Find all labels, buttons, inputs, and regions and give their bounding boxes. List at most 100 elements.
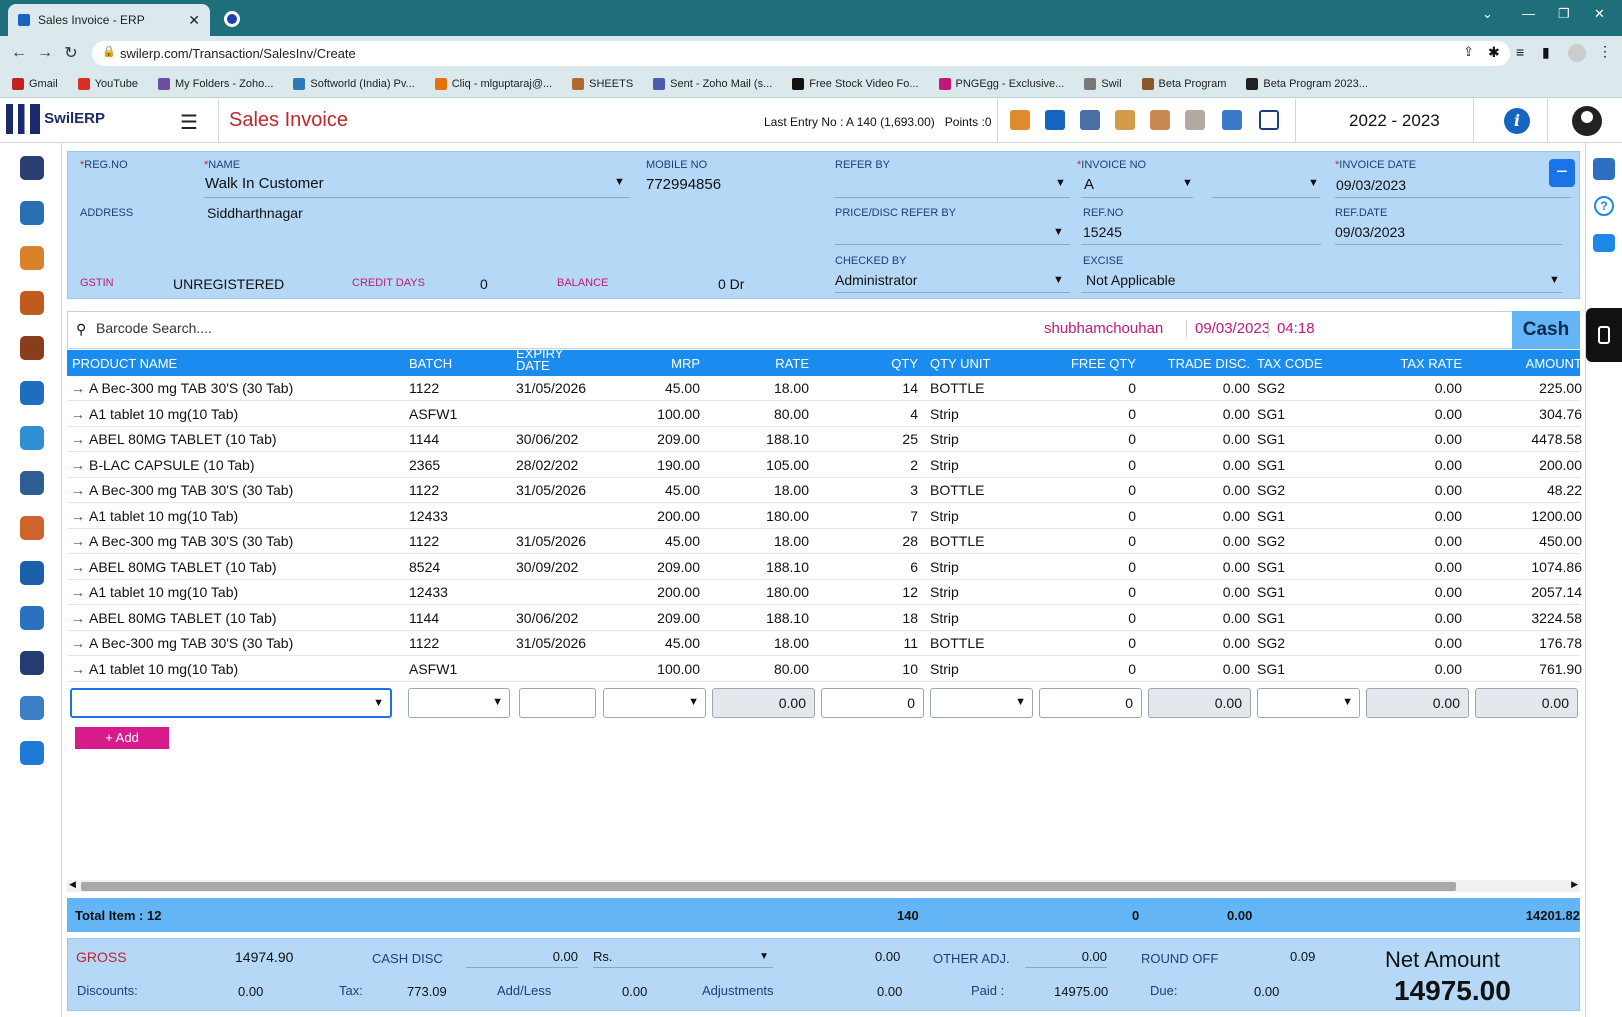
- ref-no-field[interactable]: 15245: [1083, 224, 1122, 240]
- save-icon[interactable]: [1045, 110, 1065, 130]
- dashboard-icon[interactable]: [20, 156, 44, 180]
- mobile-field[interactable]: 772994856: [646, 176, 721, 193]
- scrollbar-thumb[interactable]: [81, 882, 1456, 891]
- ref-date-field[interactable]: 09/03/2023: [1335, 224, 1405, 240]
- chevron-down-icon[interactable]: ▼: [1053, 226, 1064, 238]
- invoice-number-select[interactable]: [1212, 197, 1320, 198]
- url-bar[interactable]: 🔒 swilerp.com/Transaction/SalesInv/Creat…: [92, 41, 1510, 66]
- browser-tab[interactable]: Sales Invoice - ERP ✕: [8, 4, 210, 36]
- other-adj-input[interactable]: 0.00: [1025, 949, 1107, 968]
- row-arrow-icon[interactable]: →: [71, 406, 85, 422]
- finance-icon[interactable]: [20, 516, 44, 540]
- row-arrow-icon[interactable]: →: [71, 508, 85, 524]
- barcode-search-input[interactable]: Barcode Search....: [96, 320, 212, 336]
- column-header[interactable]: QTY: [891, 356, 918, 371]
- column-header[interactable]: TRADE DISC.: [1168, 356, 1250, 371]
- forward-icon[interactable]: →: [32, 44, 58, 62]
- cash-button[interactable]: Cash: [1512, 311, 1580, 349]
- chevron-down-icon[interactable]: ▼: [1053, 274, 1064, 286]
- table-row[interactable]: → A1 tablet 10 mg(10 Tab) 12433 200.00 180.0…: [67, 580, 1582, 605]
- menu-kebab-icon[interactable]: ⋮: [1598, 43, 1612, 60]
- batch-select[interactable]: ▼: [408, 688, 510, 718]
- inventory-icon[interactable]: [20, 291, 44, 315]
- column-header[interactable]: TAX RATE: [1400, 356, 1462, 371]
- table-row[interactable]: → ABEL 80MG TABLET (10 Tab) 1144 30/06/202 2…: [67, 427, 1582, 452]
- quick-entry-icon[interactable]: [1593, 158, 1615, 180]
- help-user-icon[interactable]: [20, 741, 44, 765]
- reload-icon[interactable]: ↻: [58, 43, 84, 63]
- chevron-down-icon[interactable]: ▼: [614, 176, 625, 188]
- invoice-series-select[interactable]: A: [1084, 176, 1094, 193]
- bookmark-item[interactable]: My Folders - Zoho...: [157, 77, 273, 90]
- utilities-icon[interactable]: [20, 696, 44, 720]
- table-row[interactable]: → A1 tablet 10 mg(10 Tab) ASFW1 100.00 80.00…: [67, 402, 1582, 427]
- table-row[interactable]: → ABEL 80MG TABLET (10 Tab) 8524 30/09/202 2…: [67, 555, 1582, 580]
- cash-disc-type-select[interactable]: Rs. ▼: [593, 949, 773, 968]
- info-icon[interactable]: i: [1504, 108, 1530, 134]
- second-tab[interactable]: [218, 8, 246, 30]
- mrp-select[interactable]: ▼: [603, 688, 706, 718]
- scroll-left-icon[interactable]: ◀: [69, 879, 76, 890]
- bookmark-item[interactable]: SHEETS: [572, 77, 633, 90]
- trade-disc-input[interactable]: 0.00: [1148, 688, 1251, 718]
- table-row[interactable]: → A Bec-300 mg TAB 30'S (30 Tab) 1122 31/05…: [67, 376, 1582, 401]
- bookmark-item[interactable]: Free Stock Video Fo...: [792, 77, 919, 90]
- chat-icon[interactable]: [1593, 234, 1615, 252]
- row-arrow-icon[interactable]: →: [71, 635, 85, 651]
- tax-code-select[interactable]: ▼: [1257, 688, 1360, 718]
- row-arrow-icon[interactable]: →: [71, 533, 85, 549]
- column-header[interactable]: TAX CODE: [1257, 356, 1323, 371]
- row-arrow-icon[interactable]: →: [71, 559, 85, 575]
- bookmark-item[interactable]: Swil: [1084, 77, 1122, 90]
- column-header[interactable]: QTY UNIT: [930, 356, 990, 371]
- invoice-icon[interactable]: [20, 246, 44, 270]
- bookmark-item[interactable]: YouTube: [77, 77, 138, 90]
- column-header[interactable]: FREE QTY: [1071, 356, 1136, 371]
- row-arrow-icon[interactable]: →: [71, 482, 85, 498]
- qty-unit-select[interactable]: ▼: [930, 688, 1033, 718]
- bookmark-item[interactable]: Beta Program: [1141, 77, 1226, 90]
- bookmark-item[interactable]: PNGEgg - Exclusive...: [938, 77, 1064, 90]
- invoice-date-field[interactable]: 09/03/2023: [1336, 177, 1406, 193]
- column-header[interactable]: AMOUNT: [1526, 356, 1582, 371]
- search-report-icon[interactable]: [20, 471, 44, 495]
- chevron-down-icon[interactable]: ▼: [1182, 177, 1193, 189]
- chevron-down-icon[interactable]: ▼: [1055, 177, 1066, 189]
- tab-list-icon[interactable]: ⌄: [1482, 6, 1493, 22]
- table-row[interactable]: → ABEL 80MG TABLET (10 Tab) 1144 30/06/202 2…: [67, 606, 1582, 631]
- accounts-icon[interactable]: [20, 381, 44, 405]
- add-item-button[interactable]: + Add: [75, 727, 169, 749]
- table-row[interactable]: → A1 tablet 10 mg(10 Tab) 12433 200.00 180.0…: [67, 504, 1582, 529]
- horizontal-scrollbar[interactable]: ◀ ▶: [67, 879, 1580, 892]
- tax-rate-input[interactable]: 0.00: [1366, 688, 1469, 718]
- row-arrow-icon[interactable]: →: [71, 610, 85, 626]
- rate-input[interactable]: 0.00: [712, 688, 815, 718]
- table-row[interactable]: → A Bec-300 mg TAB 30'S (30 Tab) 1122 31/05…: [67, 631, 1582, 656]
- table-row[interactable]: → A Bec-300 mg TAB 30'S (30 Tab) 1122 31/05…: [67, 529, 1582, 554]
- transfer-icon[interactable]: [20, 426, 44, 450]
- checked-by-select[interactable]: Administrator: [835, 272, 917, 288]
- bookmark-item[interactable]: Beta Program 2023...: [1246, 77, 1368, 90]
- excise-select[interactable]: Not Applicable: [1086, 272, 1176, 288]
- purchase-icon[interactable]: [20, 201, 44, 225]
- table-row[interactable]: → B-LAC CAPSULE (10 Tab) 2365 28/02/202 190.…: [67, 453, 1582, 478]
- wallet-icon[interactable]: [20, 336, 44, 360]
- row-arrow-icon[interactable]: →: [71, 661, 85, 677]
- price-disc-select[interactable]: [835, 244, 1070, 245]
- free-qty-input[interactable]: 0: [1039, 688, 1142, 718]
- user-avatar-icon[interactable]: [1572, 106, 1602, 136]
- bookmark-item[interactable]: Softworld (India) Pv...: [293, 77, 415, 90]
- expiry-input[interactable]: [519, 688, 596, 718]
- row-arrow-icon[interactable]: →: [71, 584, 85, 600]
- media-icon[interactable]: ≡: [1516, 44, 1524, 60]
- documents-icon[interactable]: [20, 606, 44, 630]
- scroll-right-icon[interactable]: ▶: [1571, 879, 1578, 890]
- chevron-down-icon[interactable]: ▼: [1549, 274, 1560, 286]
- bookmark-item[interactable]: Gmail: [12, 77, 58, 90]
- copy-icon[interactable]: [1115, 110, 1135, 130]
- minimize-icon[interactable]: —: [1522, 6, 1535, 21]
- restore-icon[interactable]: ❐: [1558, 6, 1570, 22]
- refer-by-select[interactable]: [835, 197, 1070, 198]
- tools-icon[interactable]: [20, 651, 44, 675]
- column-header[interactable]: BATCH: [409, 356, 452, 371]
